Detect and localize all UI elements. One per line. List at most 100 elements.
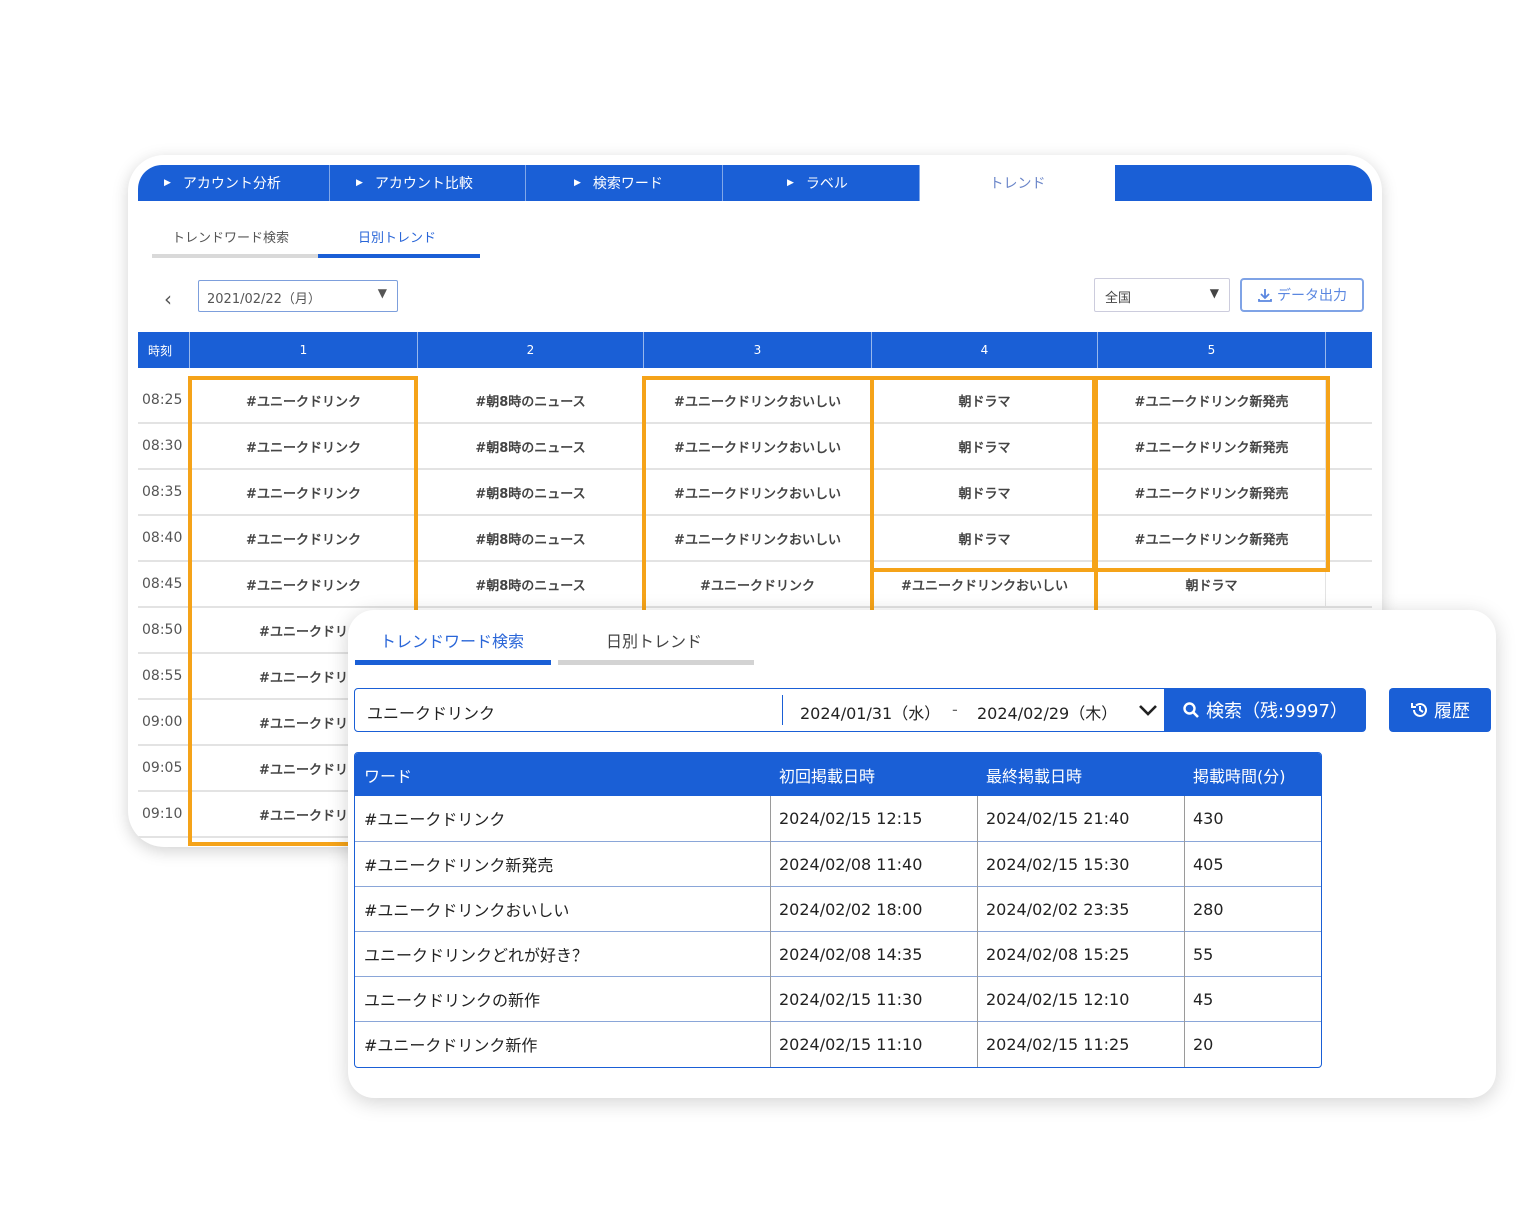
time-label: 08:50: [142, 622, 183, 638]
duration-cell: 45: [1193, 989, 1214, 1009]
time-label: 09:00: [142, 714, 183, 730]
trend-cell[interactable]: #ユニークドリンク新発売: [1098, 424, 1326, 468]
column-divider: [770, 796, 771, 1067]
last-posted-cell: 2024/02/15 12:10: [986, 989, 1130, 1009]
column-divider: [1184, 796, 1185, 1067]
first-posted-cell: 2024/02/08 11:40: [779, 854, 923, 874]
subtab-trend-word-search[interactable]: トレンドワード検索: [172, 227, 289, 246]
history-button[interactable]: 履歴: [1389, 688, 1491, 732]
play-arrow-icon: ▶: [356, 178, 363, 188]
search-icon: [1183, 702, 1199, 718]
duration-cell: 405: [1193, 854, 1224, 874]
trend-cell[interactable]: #ユニークドリンクおいしい: [872, 562, 1098, 606]
trend-cell[interactable]: #ユニークドリンク: [644, 562, 872, 606]
time-label: 08:40: [142, 530, 183, 546]
keyword-input[interactable]: ユニークドリンク: [367, 700, 495, 724]
trend-cell[interactable]: #ユニークドリンク: [190, 562, 418, 606]
trend-cell[interactable]: #ユニークドリンク新発売: [1098, 378, 1326, 422]
trend-cell[interactable]: #朝8時のニュース: [418, 516, 644, 560]
subtab-underline: [152, 254, 326, 258]
trend-cell[interactable]: #ユニークドリンク: [190, 470, 418, 514]
table-row[interactable]: #ユニークドリンク新作 2024/02/15 11:10 2024/02/15 11…: [355, 1021, 1321, 1066]
table-row[interactable]: #ユニークドリンク 2024/02/15 12:15 2024/02/15 21:4…: [355, 796, 1321, 841]
first-posted-cell: 2024/02/15 12:15: [779, 808, 923, 828]
tab-trend[interactable]: トレンド: [920, 165, 1115, 201]
grid-header-rank: 5: [1098, 332, 1326, 368]
grid-header-rank: 3: [644, 332, 872, 368]
search-divider: [782, 695, 783, 725]
first-posted-cell: 2024/02/08 14:35: [779, 944, 923, 964]
table-row[interactable]: #ユニークドリンク新発売 2024/02/08 11:40 2024/02/15 1…: [355, 841, 1321, 886]
trend-cell[interactable]: #ユニークドリンクおいしい: [644, 424, 872, 468]
download-icon: [1258, 289, 1272, 302]
tab-account-compare[interactable]: ▶ アカウント比較: [330, 165, 526, 201]
subtab-daily-trend[interactable]: 日別トレンド: [358, 227, 436, 246]
column-divider: [977, 796, 978, 1067]
grid-row: 08:30 #ユニークドリンク #朝8時のニュース #ユニークドリンクおいしい 朝ドラマ…: [138, 424, 1372, 470]
trend-cell[interactable]: #ユニークドリンク: [190, 516, 418, 560]
trend-cell[interactable]: #ユニークドリンクおいしい: [644, 378, 872, 422]
table-row[interactable]: #ユニークドリンクおいしい 2024/02/02 18:00 2024/02/02 …: [355, 886, 1321, 931]
table-row[interactable]: ユニークドリンクの新作 2024/02/15 11:30 2024/02/15 12…: [355, 976, 1321, 1021]
trend-cell[interactable]: #ユニークドリンク新発売: [1098, 516, 1326, 560]
first-posted-cell: 2024/02/02 18:00: [779, 899, 923, 919]
chevron-down-icon: ▼: [1209, 286, 1219, 300]
grid-row: 08:35 #ユニークドリンク #朝8時のニュース #ユニークドリンクおいしい 朝ドラマ…: [138, 470, 1372, 516]
trend-word-search-panel: トレンドワード検索 日別トレンド ユニークドリンク 2024/01/31（水） …: [348, 610, 1496, 1098]
trend-cell[interactable]: #朝8時のニュース: [418, 378, 644, 422]
time-label: 08:30: [142, 438, 183, 454]
tab-label[interactable]: ▶ ラベル: [723, 165, 920, 201]
trend-cell[interactable]: #ユニークドリンクおいしい: [644, 516, 872, 560]
duration-cell: 20: [1193, 1034, 1214, 1054]
time-label: 08:45: [142, 576, 183, 592]
grid-header: 時刻 1 2 3 4 5: [138, 332, 1372, 368]
date-from[interactable]: 2024/01/31（水）: [800, 700, 940, 724]
word-cell: #ユニークドリンク新発売: [364, 856, 554, 875]
trend-cell[interactable]: 朝ドラマ: [872, 470, 1098, 514]
trend-cell[interactable]: #ユニークドリンクおいしい: [644, 470, 872, 514]
prev-date-icon[interactable]: ‹: [164, 287, 172, 311]
tab-underline: [558, 660, 754, 665]
trend-cell[interactable]: #朝8時のニュース: [418, 424, 644, 468]
time-label: 08:35: [142, 484, 183, 500]
last-posted-cell: 2024/02/02 23:35: [986, 899, 1130, 919]
time-label: 09:10: [142, 806, 183, 822]
trend-cell[interactable]: #ユニークドリンク新発売: [1098, 470, 1326, 514]
grid-header-rank: 2: [418, 332, 644, 368]
tab-search-word[interactable]: ▶ 検索ワード: [526, 165, 723, 201]
tab-trend-word-search[interactable]: トレンドワード検索: [380, 628, 524, 652]
word-cell: #ユニークドリンク: [364, 810, 506, 829]
trend-cell[interactable]: 朝ドラマ: [872, 424, 1098, 468]
grid-row: 08:45 #ユニークドリンク #朝8時のニュース #ユニークドリンク #ユニークドリン…: [138, 562, 1372, 608]
column-header-duration: 掲載時間(分): [1193, 766, 1286, 786]
chevron-down-icon[interactable]: [1133, 695, 1163, 725]
date-select[interactable]: 2021/02/22（月） ▼: [198, 280, 398, 312]
tab-account-analysis[interactable]: ▶ アカウント分析: [138, 165, 330, 201]
trend-word-table: ワード 初回掲載日時 最終掲載日時 掲載時間(分) #ユニークドリンク 2024/…: [354, 752, 1322, 1068]
word-cell: #ユニークドリンク新作: [364, 1036, 538, 1055]
trend-cell[interactable]: 朝ドラマ: [872, 516, 1098, 560]
duration-cell: 430: [1193, 808, 1224, 828]
chevron-down-icon: ▼: [377, 286, 387, 300]
table-row[interactable]: ユニークドリンクどれが好き？ 2024/02/08 14:35 2024/02/08…: [355, 931, 1321, 976]
duration-cell: 55: [1193, 944, 1214, 964]
history-icon: [1411, 702, 1427, 717]
trend-cell[interactable]: 朝ドラマ: [872, 378, 1098, 422]
trend-cell[interactable]: #ユニークドリンク: [190, 378, 418, 422]
last-posted-cell: 2024/02/15 21:40: [986, 808, 1130, 828]
table-header: ワード 初回掲載日時 最終掲載日時 掲載時間(分): [355, 753, 1321, 796]
time-label: 09:05: [142, 760, 183, 776]
search-button[interactable]: 検索（残:9997）: [1164, 688, 1366, 732]
last-posted-cell: 2024/02/08 15:25: [986, 944, 1130, 964]
data-export-button[interactable]: データ出力: [1240, 278, 1364, 312]
trend-cell[interactable]: #ユニークドリンク: [190, 424, 418, 468]
column-header-first-posted: 初回掲載日時: [779, 766, 876, 786]
region-select[interactable]: 全国 ▼: [1094, 278, 1230, 312]
trend-cell[interactable]: #朝8時のニュース: [418, 562, 644, 606]
tab-daily-trend[interactable]: 日別トレンド: [606, 628, 702, 652]
trend-cell[interactable]: #朝8時のニュース: [418, 470, 644, 514]
time-label: 08:55: [142, 668, 183, 684]
date-to[interactable]: 2024/02/29（木）: [977, 700, 1117, 724]
trend-cell[interactable]: 朝ドラマ: [1098, 562, 1326, 606]
play-arrow-icon: ▶: [574, 178, 581, 188]
